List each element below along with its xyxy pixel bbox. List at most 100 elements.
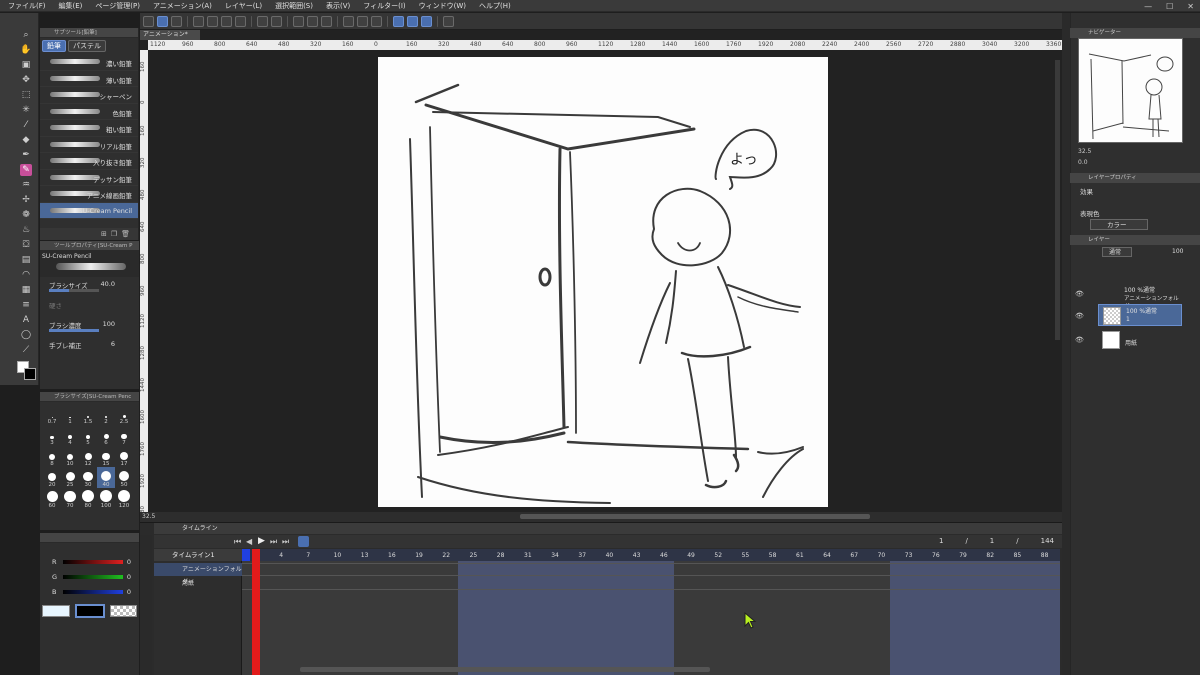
brush-item[interactable]: 粗い鉛筆: [40, 120, 138, 137]
brush-size-cell[interactable]: 20: [43, 467, 61, 488]
selection-icon[interactable]: ⬚: [20, 89, 32, 101]
last-frame-icon[interactable]: ⏭: [282, 537, 289, 547]
figure-icon[interactable]: ◠: [20, 269, 32, 281]
eye-icon[interactable]: 👁: [1075, 312, 1084, 320]
menu-toggle-icon[interactable]: [143, 15, 154, 27]
brush-size-cell[interactable]: 10: [61, 446, 79, 467]
zoom-icon[interactable]: ⌕: [20, 29, 32, 41]
brush-density-value[interactable]: 100: [103, 320, 115, 328]
brush-icon[interactable]: ♒: [20, 179, 32, 191]
brush-size-cell[interactable]: 17: [115, 446, 133, 467]
operation-icon[interactable]: ▣: [20, 59, 32, 71]
frame-icon[interactable]: ▦: [20, 284, 32, 296]
layer-paper[interactable]: 用紙: [1098, 329, 1182, 351]
brush-size-cell[interactable]: 100: [97, 488, 115, 509]
brush-size-cell[interactable]: 70: [61, 488, 79, 509]
track-paper[interactable]: 用紙: [154, 577, 242, 590]
brush-size-cell[interactable]: 2: [97, 404, 115, 425]
menu-selection[interactable]: 選択範囲(S): [275, 1, 313, 11]
document-tab[interactable]: アニメーション*: [140, 30, 200, 40]
add-icon[interactable]: ⊞: [101, 230, 107, 238]
prev-frame-icon[interactable]: ◀: [246, 537, 252, 546]
eraser-icon[interactable]: ◆: [20, 134, 32, 146]
main-color-chip[interactable]: [42, 605, 70, 617]
navigator-rotation[interactable]: 0.0: [1078, 159, 1088, 166]
transparent-color-chip[interactable]: [110, 605, 137, 617]
timeline-seconds[interactable]: 1: [990, 535, 994, 548]
brush-item-selected[interactable]: SU-Cream Pencil: [40, 202, 138, 219]
brush-size-cell[interactable]: 15: [97, 446, 115, 467]
hardness-row[interactable]: 硬さ: [40, 297, 139, 317]
export-icon[interactable]: [235, 15, 246, 27]
play-icon[interactable]: ▶: [258, 536, 265, 546]
menu-page[interactable]: ページ管理(P): [95, 1, 140, 11]
redo-icon[interactable]: [271, 15, 282, 27]
brush-item[interactable]: リアル鉛筆: [40, 137, 138, 153]
brush-size-cell[interactable]: 5: [79, 425, 97, 446]
clear-icon[interactable]: [307, 15, 318, 27]
brush-size-cell[interactable]: 0.7: [43, 404, 61, 425]
eye-icon[interactable]: 👁: [1075, 336, 1084, 344]
menu-file[interactable]: ファイル(F): [8, 1, 46, 11]
green-value[interactable]: 0: [127, 573, 131, 581]
brush-item[interactable]: 濃い鉛筆: [40, 54, 138, 71]
menu-animation[interactable]: アニメーション(A): [153, 1, 212, 11]
brush-size-cell[interactable]: 25: [61, 467, 79, 488]
eyedropper-icon[interactable]: ⁄: [20, 119, 32, 131]
select-icon[interactable]: [293, 15, 304, 27]
blend-mode-select[interactable]: 通常: [1102, 247, 1132, 257]
magic-wand-icon[interactable]: ✳: [20, 104, 32, 116]
brush-size-cell[interactable]: 4: [61, 425, 79, 446]
help-icon[interactable]: [443, 15, 454, 27]
airbrush-icon[interactable]: ✢: [20, 194, 32, 206]
text-icon[interactable]: A: [20, 314, 32, 326]
green-slider[interactable]: [63, 575, 123, 579]
blue-value[interactable]: 0: [127, 588, 131, 596]
timeline-vertical-scrollbar[interactable]: [140, 535, 152, 675]
stabilization-row[interactable]: 手ブレ補正 6: [40, 337, 139, 357]
next-frame-icon[interactable]: ⏭: [270, 537, 277, 547]
tab-pencil[interactable]: 鉛筆: [42, 40, 66, 52]
brush-size-cell[interactable]: 60: [43, 488, 61, 509]
fill-icon[interactable]: [343, 15, 354, 27]
duplicate-icon[interactable]: ❐: [111, 230, 117, 238]
ruler-icon[interactable]: ≡: [20, 299, 32, 311]
save-icon[interactable]: [221, 15, 232, 27]
minimize-icon[interactable]: —: [1144, 2, 1152, 11]
playhead[interactable]: [252, 549, 260, 675]
snap-icon[interactable]: [407, 15, 418, 27]
brush-size-value[interactable]: 40.0: [101, 280, 115, 288]
red-row[interactable]: R 0: [43, 557, 137, 567]
brush-size-cell[interactable]: 30: [79, 467, 97, 488]
open-icon[interactable]: [207, 15, 218, 27]
sub-color-swatch[interactable]: [24, 368, 36, 380]
move-icon[interactable]: ✥: [20, 74, 32, 86]
blend-icon[interactable]: ♨: [20, 224, 32, 236]
balloon-icon[interactable]: ◯: [20, 329, 32, 341]
gradient-icon[interactable]: ▤: [20, 254, 32, 266]
brush-item[interactable]: アニメ線画鉛筆: [40, 186, 138, 203]
new-file-icon[interactable]: [193, 15, 204, 27]
track-animation-folder[interactable]: アニメーションフォルダー: [154, 563, 242, 586]
timeline-select[interactable]: タイムライン1: [154, 549, 242, 561]
track-row-paper[interactable]: [242, 577, 1060, 590]
blue-row[interactable]: B 0: [43, 587, 137, 597]
brush-size-slider[interactable]: [49, 289, 99, 292]
preview-icon[interactable]: [171, 15, 182, 27]
brush-size-cell[interactable]: 1: [61, 404, 79, 425]
loop-icon[interactable]: [298, 536, 309, 547]
brush-size-cell[interactable]: 1.5: [79, 404, 97, 425]
brush-size-cell[interactable]: 12: [79, 446, 97, 467]
brush-size-cell[interactable]: 6: [97, 425, 115, 446]
brush-size-row[interactable]: ブラシサイズ 40.0: [40, 277, 139, 297]
brush-item[interactable]: デッサン鉛筆: [40, 170, 138, 186]
zoom-value[interactable]: 32.5: [142, 513, 155, 520]
tab-pastel[interactable]: パステル: [68, 40, 106, 52]
track-row-folder[interactable]: [242, 563, 1060, 576]
menu-window[interactable]: ウィンドウ(W): [419, 1, 466, 11]
brush-item[interactable]: 入り抜き鉛筆: [40, 153, 138, 170]
brush-size-cell[interactable]: 3: [43, 425, 61, 446]
brush-size-cell[interactable]: 80: [79, 488, 97, 509]
menu-filter[interactable]: フィルター(I): [363, 1, 405, 11]
pen-icon[interactable]: ✒: [20, 149, 32, 161]
